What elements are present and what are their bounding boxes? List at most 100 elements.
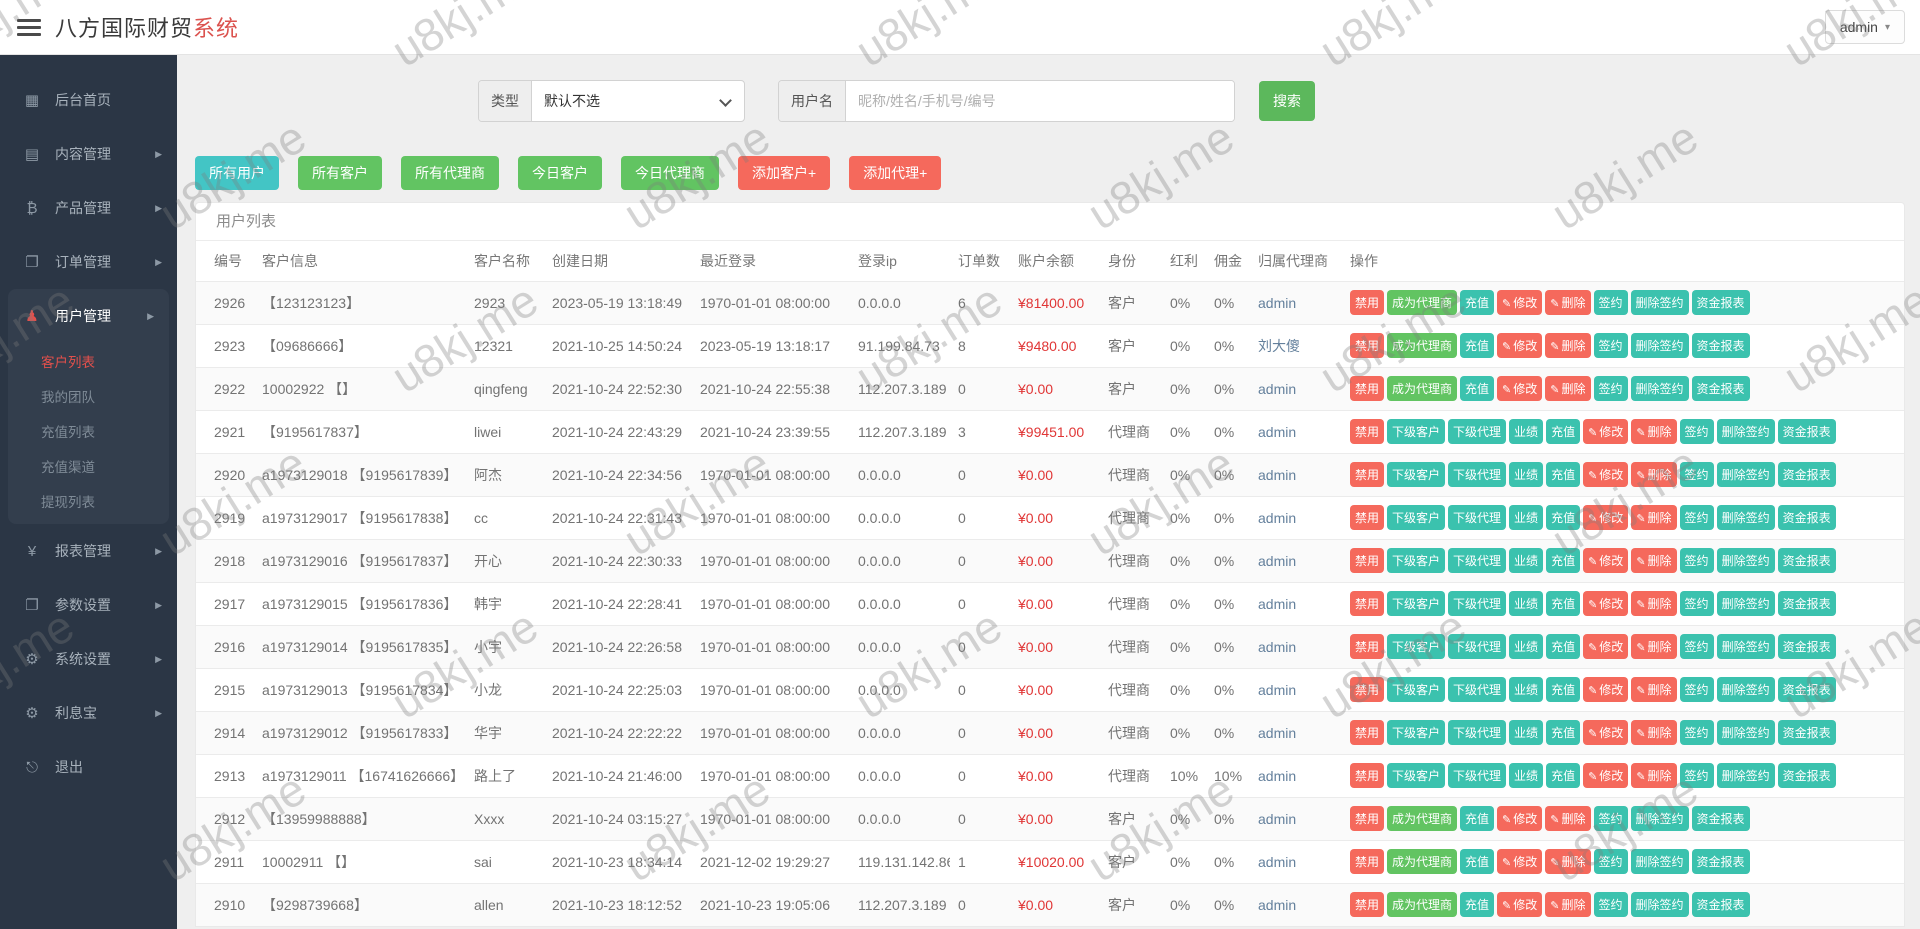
fund-report-button[interactable]: 资金报表 bbox=[1778, 677, 1836, 702]
delete-button[interactable]: ✎删除 bbox=[1545, 290, 1590, 315]
disable-button[interactable]: 禁用 bbox=[1350, 763, 1384, 788]
recharge-button[interactable]: 充值 bbox=[1460, 806, 1494, 831]
delete-button[interactable]: ✎删除 bbox=[1545, 806, 1590, 831]
admin-menu-button[interactable]: admin ▾ bbox=[1825, 10, 1905, 44]
delete-sign-button[interactable]: 删除签约 bbox=[1717, 462, 1775, 487]
fund-report-button[interactable]: 资金报表 bbox=[1778, 419, 1836, 444]
delete-sign-button[interactable]: 删除签约 bbox=[1631, 333, 1689, 358]
disable-button[interactable]: 禁用 bbox=[1350, 462, 1384, 487]
delete-button[interactable]: ✎删除 bbox=[1631, 548, 1676, 573]
disable-button[interactable]: 禁用 bbox=[1350, 376, 1384, 401]
fund-report-button[interactable]: 资金报表 bbox=[1692, 333, 1750, 358]
sign-button[interactable]: 签约 bbox=[1680, 462, 1714, 487]
fund-report-button[interactable]: 资金报表 bbox=[1778, 505, 1836, 530]
fund-report-button[interactable]: 资金报表 bbox=[1778, 634, 1836, 659]
delete-button[interactable]: ✎删除 bbox=[1631, 634, 1676, 659]
edit-button[interactable]: ✎修改 bbox=[1583, 634, 1628, 659]
disable-button[interactable]: 禁用 bbox=[1350, 806, 1384, 831]
disable-button[interactable]: 禁用 bbox=[1350, 333, 1384, 358]
sidebar-item-报表管理[interactable]: ¥报表管理▶ bbox=[0, 524, 177, 578]
edit-button[interactable]: ✎修改 bbox=[1497, 376, 1542, 401]
delete-button[interactable]: ✎删除 bbox=[1631, 720, 1676, 745]
delete-button[interactable]: ✎删除 bbox=[1631, 462, 1676, 487]
delete-sign-button[interactable]: 删除签约 bbox=[1717, 763, 1775, 788]
delete-sign-button[interactable]: 删除签约 bbox=[1717, 677, 1775, 702]
sign-button[interactable]: 签约 bbox=[1680, 548, 1714, 573]
sign-button[interactable]: 签约 bbox=[1680, 505, 1714, 530]
sign-button[interactable]: 签约 bbox=[1680, 591, 1714, 616]
today-agents-button[interactable]: 今日代理商 bbox=[621, 156, 719, 190]
today-customers-button[interactable]: 今日客户 bbox=[518, 156, 602, 190]
delete-sign-button[interactable]: 删除签约 bbox=[1717, 505, 1775, 530]
recharge-button[interactable]: 充值 bbox=[1460, 892, 1494, 917]
recharge-button[interactable]: 充值 bbox=[1546, 677, 1580, 702]
sub-agents-button[interactable]: 下级代理 bbox=[1448, 548, 1506, 573]
sidebar-item-内容管理[interactable]: ▤内容管理▶ bbox=[0, 127, 177, 181]
delete-sign-button[interactable]: 删除签约 bbox=[1631, 376, 1689, 401]
recharge-button[interactable]: 充值 bbox=[1546, 462, 1580, 487]
performance-button[interactable]: 业绩 bbox=[1509, 634, 1543, 659]
sub-customers-button[interactable]: 下级客户 bbox=[1387, 677, 1445, 702]
recharge-button[interactable]: 充值 bbox=[1546, 505, 1580, 530]
performance-button[interactable]: 业绩 bbox=[1509, 720, 1543, 745]
sidebar-subitem-我的团队[interactable]: 我的团队 bbox=[8, 378, 169, 413]
performance-button[interactable]: 业绩 bbox=[1509, 419, 1543, 444]
disable-button[interactable]: 禁用 bbox=[1350, 720, 1384, 745]
become-agent-button[interactable]: 成为代理商 bbox=[1387, 849, 1457, 874]
performance-button[interactable]: 业绩 bbox=[1509, 462, 1543, 487]
delete-sign-button[interactable]: 删除签约 bbox=[1717, 548, 1775, 573]
sign-button[interactable]: 签约 bbox=[1594, 806, 1628, 831]
edit-button[interactable]: ✎修改 bbox=[1583, 419, 1628, 444]
sub-agents-button[interactable]: 下级代理 bbox=[1448, 419, 1506, 444]
sub-agents-button[interactable]: 下级代理 bbox=[1448, 677, 1506, 702]
become-agent-button[interactable]: 成为代理商 bbox=[1387, 290, 1457, 315]
disable-button[interactable]: 禁用 bbox=[1350, 419, 1384, 444]
become-agent-button[interactable]: 成为代理商 bbox=[1387, 892, 1457, 917]
all-users-button[interactable]: 所有用户 bbox=[195, 156, 279, 190]
edit-button[interactable]: ✎修改 bbox=[1583, 505, 1628, 530]
sidebar-item-系统设置[interactable]: ⚙系统设置▶ bbox=[0, 632, 177, 686]
sidebar-subitem-充值列表[interactable]: 充值列表 bbox=[8, 413, 169, 448]
fund-report-button[interactable]: 资金报表 bbox=[1692, 892, 1750, 917]
sign-button[interactable]: 签约 bbox=[1594, 376, 1628, 401]
fund-report-button[interactable]: 资金报表 bbox=[1692, 376, 1750, 401]
fund-report-button[interactable]: 资金报表 bbox=[1692, 849, 1750, 874]
edit-button[interactable]: ✎修改 bbox=[1497, 806, 1542, 831]
sub-agents-button[interactable]: 下级代理 bbox=[1448, 591, 1506, 616]
disable-button[interactable]: 禁用 bbox=[1350, 591, 1384, 616]
recharge-button[interactable]: 充值 bbox=[1546, 720, 1580, 745]
sub-customers-button[interactable]: 下级客户 bbox=[1387, 591, 1445, 616]
add-customer-button[interactable]: 添加客户+ bbox=[738, 156, 830, 190]
delete-sign-button[interactable]: 删除签约 bbox=[1631, 806, 1689, 831]
delete-sign-button[interactable]: 删除签约 bbox=[1717, 419, 1775, 444]
delete-button[interactable]: ✎删除 bbox=[1545, 333, 1590, 358]
sidebar-subitem-充值渠道[interactable]: 充值渠道 bbox=[8, 448, 169, 483]
sidebar-subitem-提现列表[interactable]: 提现列表 bbox=[8, 483, 169, 518]
sub-agents-button[interactable]: 下级代理 bbox=[1448, 634, 1506, 659]
sign-button[interactable]: 签约 bbox=[1680, 677, 1714, 702]
edit-button[interactable]: ✎修改 bbox=[1497, 892, 1542, 917]
sub-customers-button[interactable]: 下级客户 bbox=[1387, 462, 1445, 487]
search-button[interactable]: 搜索 bbox=[1259, 81, 1315, 121]
delete-button[interactable]: ✎删除 bbox=[1631, 677, 1676, 702]
edit-button[interactable]: ✎修改 bbox=[1583, 462, 1628, 487]
performance-button[interactable]: 业绩 bbox=[1509, 763, 1543, 788]
sub-agents-button[interactable]: 下级代理 bbox=[1448, 763, 1506, 788]
delete-button[interactable]: ✎删除 bbox=[1545, 849, 1590, 874]
sub-customers-button[interactable]: 下级客户 bbox=[1387, 419, 1445, 444]
delete-button[interactable]: ✎删除 bbox=[1631, 591, 1676, 616]
sub-customers-button[interactable]: 下级客户 bbox=[1387, 634, 1445, 659]
sidebar-item-利息宝[interactable]: ⚙利息宝▶ bbox=[0, 686, 177, 740]
disable-button[interactable]: 禁用 bbox=[1350, 892, 1384, 917]
delete-sign-button[interactable]: 删除签约 bbox=[1631, 892, 1689, 917]
edit-button[interactable]: ✎修改 bbox=[1497, 333, 1542, 358]
recharge-button[interactable]: 充值 bbox=[1546, 591, 1580, 616]
become-agent-button[interactable]: 成为代理商 bbox=[1387, 806, 1457, 831]
delete-sign-button[interactable]: 删除签约 bbox=[1717, 634, 1775, 659]
performance-button[interactable]: 业绩 bbox=[1509, 548, 1543, 573]
disable-button[interactable]: 禁用 bbox=[1350, 634, 1384, 659]
fund-report-button[interactable]: 资金报表 bbox=[1778, 462, 1836, 487]
add-agent-button[interactable]: 添加代理+ bbox=[849, 156, 941, 190]
disable-button[interactable]: 禁用 bbox=[1350, 290, 1384, 315]
performance-button[interactable]: 业绩 bbox=[1509, 677, 1543, 702]
